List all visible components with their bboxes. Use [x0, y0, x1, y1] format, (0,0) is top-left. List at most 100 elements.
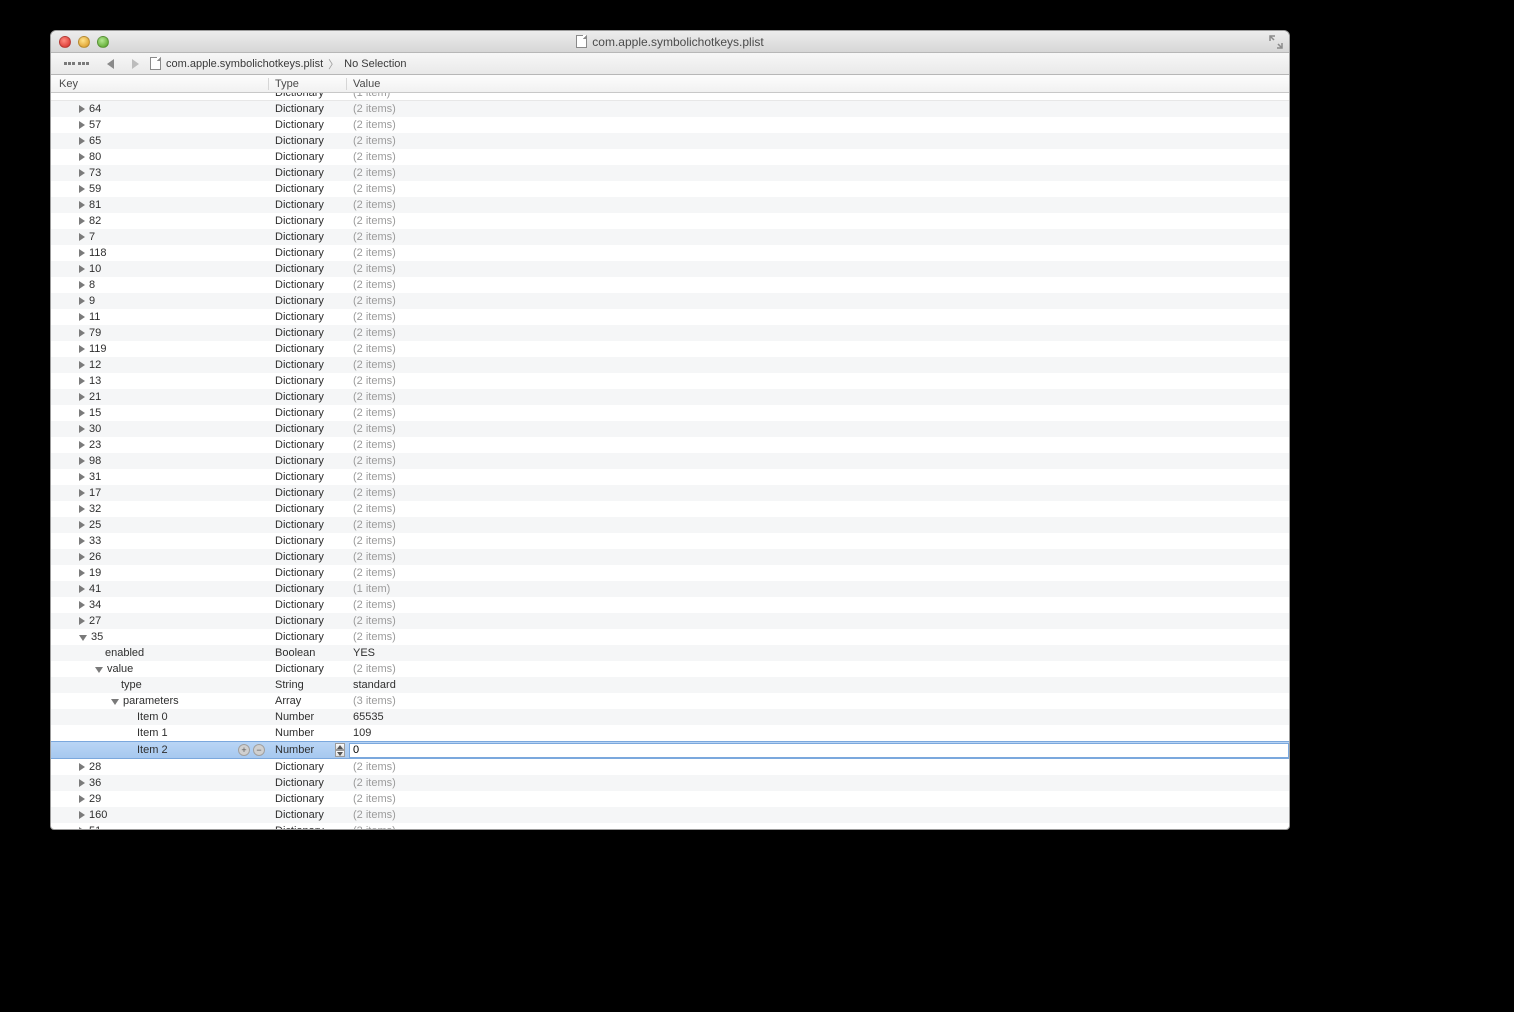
- close-button[interactable]: [59, 36, 71, 48]
- zoom-button[interactable]: [97, 36, 109, 48]
- disclosure-triangle-icon[interactable]: [79, 185, 85, 193]
- header-key[interactable]: Key: [51, 78, 269, 90]
- table-row[interactable]: 51Dictionary(2 items): [51, 823, 1289, 829]
- table-row[interactable]: 32Dictionary(2 items): [51, 501, 1289, 517]
- disclosure-triangle-icon[interactable]: [79, 201, 85, 209]
- disclosure-triangle-icon[interactable]: [79, 537, 85, 545]
- table-row[interactable]: Item 0Number65535: [51, 709, 1289, 725]
- disclosure-triangle-icon[interactable]: [79, 281, 85, 289]
- fullscreen-button[interactable]: [1269, 35, 1283, 49]
- table-row[interactable]: 30Dictionary(2 items): [51, 421, 1289, 437]
- disclosure-triangle-icon[interactable]: [79, 811, 85, 819]
- disclosure-triangle-icon[interactable]: [79, 585, 85, 593]
- disclosure-triangle-icon[interactable]: [111, 699, 119, 705]
- table-row[interactable]: 15Dictionary(2 items): [51, 405, 1289, 421]
- table-row[interactable]: 8Dictionary(2 items): [51, 277, 1289, 293]
- table-row[interactable]: 29Dictionary(2 items): [51, 791, 1289, 807]
- table-row[interactable]: Item 1Number109: [51, 725, 1289, 741]
- disclosure-triangle-icon[interactable]: [79, 121, 85, 129]
- table-row[interactable]: typeStringstandard: [51, 677, 1289, 693]
- table-row[interactable]: 160Dictionary(2 items): [51, 807, 1289, 823]
- table-row[interactable]: 118Dictionary(2 items): [51, 245, 1289, 261]
- disclosure-triangle-icon[interactable]: [79, 153, 85, 161]
- table-row[interactable]: 7Dictionary(2 items): [51, 229, 1289, 245]
- table-row[interactable]: 59Dictionary(2 items): [51, 181, 1289, 197]
- disclosure-triangle-icon[interactable]: [79, 569, 85, 577]
- table-row[interactable]: 25Dictionary(2 items): [51, 517, 1289, 533]
- table-row[interactable]: 21Dictionary(2 items): [51, 389, 1289, 405]
- disclosure-triangle-icon[interactable]: [79, 553, 85, 561]
- disclosure-triangle-icon[interactable]: [79, 169, 85, 177]
- table-row[interactable]: 13Dictionary(2 items): [51, 373, 1289, 389]
- remove-button[interactable]: −: [253, 744, 265, 756]
- table-row[interactable]: 11Dictionary(2 items): [51, 309, 1289, 325]
- disclosure-triangle-icon[interactable]: [79, 827, 85, 829]
- table-row[interactable]: 10Dictionary(2 items): [51, 261, 1289, 277]
- table-row[interactable]: 28Dictionary(2 items): [51, 759, 1289, 775]
- table-row[interactable]: 26Dictionary(2 items): [51, 549, 1289, 565]
- disclosure-triangle-icon[interactable]: [79, 105, 85, 113]
- table-row[interactable]: 35Dictionary(2 items): [51, 629, 1289, 645]
- breadcrumb[interactable]: com.apple.symbolichotkeys.plist 〉 No Sel…: [150, 56, 407, 72]
- disclosure-triangle-icon[interactable]: [79, 377, 85, 385]
- table-row[interactable]: 81Dictionary(2 items): [51, 197, 1289, 213]
- table-row[interactable]: 12Dictionary(2 items): [51, 357, 1289, 373]
- disclosure-triangle-icon[interactable]: [79, 521, 85, 529]
- table-row[interactable]: 64Dictionary(2 items): [51, 101, 1289, 117]
- table-row[interactable]: 31Dictionary(2 items): [51, 469, 1289, 485]
- header-type[interactable]: Type: [269, 78, 347, 90]
- table-row[interactable]: valueDictionary(2 items): [51, 661, 1289, 677]
- disclosure-triangle-icon[interactable]: [79, 779, 85, 787]
- table-row[interactable]: 41Dictionary(1 item): [51, 581, 1289, 597]
- disclosure-triangle-icon[interactable]: [79, 249, 85, 257]
- table-row[interactable]: Item 2+−Number: [51, 741, 1289, 759]
- table-row[interactable]: 82Dictionary(2 items): [51, 213, 1289, 229]
- table-row[interactable]: 27Dictionary(2 items): [51, 613, 1289, 629]
- disclosure-triangle-icon[interactable]: [79, 601, 85, 609]
- disclosure-triangle-icon[interactable]: [79, 441, 85, 449]
- table-row[interactable]: 57Dictionary(2 items): [51, 117, 1289, 133]
- table-row[interactable]: parametersArray(3 items): [51, 693, 1289, 709]
- disclosure-triangle-icon[interactable]: [95, 667, 103, 673]
- disclosure-triangle-icon[interactable]: [79, 409, 85, 417]
- type-stepper[interactable]: [335, 743, 345, 757]
- disclosure-triangle-icon[interactable]: [79, 265, 85, 273]
- table-row[interactable]: 98Dictionary(2 items): [51, 453, 1289, 469]
- value-input[interactable]: [349, 743, 1289, 758]
- disclosure-triangle-icon[interactable]: [79, 425, 85, 433]
- disclosure-triangle-icon[interactable]: [79, 795, 85, 803]
- disclosure-triangle-icon[interactable]: [79, 393, 85, 401]
- table-row[interactable]: 79Dictionary(2 items): [51, 325, 1289, 341]
- nav-forward-button[interactable]: [125, 57, 146, 71]
- disclosure-triangle-icon[interactable]: [79, 297, 85, 305]
- add-button[interactable]: +: [238, 744, 250, 756]
- disclosure-triangle-icon[interactable]: [79, 505, 85, 513]
- table-row[interactable]: 23Dictionary(2 items): [51, 437, 1289, 453]
- table-row[interactable]: 33Dictionary(2 items): [51, 533, 1289, 549]
- table-row[interactable]: 73Dictionary(2 items): [51, 165, 1289, 181]
- nav-back-button[interactable]: [100, 57, 121, 71]
- disclosure-triangle-icon[interactable]: [79, 137, 85, 145]
- table-row[interactable]: 19Dictionary(2 items): [51, 565, 1289, 581]
- table-row[interactable]: 17Dictionary(2 items): [51, 485, 1289, 501]
- disclosure-triangle-icon[interactable]: [79, 457, 85, 465]
- header-value[interactable]: Value: [347, 78, 1289, 90]
- view-mode-button[interactable]: [57, 60, 96, 67]
- disclosure-triangle-icon[interactable]: [79, 617, 85, 625]
- table-row[interactable]: 34Dictionary(2 items): [51, 597, 1289, 613]
- table-row[interactable]: 80Dictionary(2 items): [51, 149, 1289, 165]
- disclosure-triangle-icon[interactable]: [79, 473, 85, 481]
- disclosure-triangle-icon[interactable]: [79, 313, 85, 321]
- table-row[interactable]: enabledBooleanYES: [51, 645, 1289, 661]
- disclosure-triangle-icon[interactable]: [79, 345, 85, 353]
- disclosure-triangle-icon[interactable]: [79, 361, 85, 369]
- disclosure-triangle-icon[interactable]: [79, 217, 85, 225]
- disclosure-triangle-icon[interactable]: [79, 233, 85, 241]
- table-row[interactable]: 9Dictionary(2 items): [51, 293, 1289, 309]
- disclosure-triangle-icon[interactable]: [79, 489, 85, 497]
- disclosure-triangle-icon[interactable]: [79, 635, 87, 641]
- titlebar[interactable]: com.apple.symbolichotkeys.plist: [51, 31, 1289, 53]
- table-row[interactable]: 65Dictionary(2 items): [51, 133, 1289, 149]
- disclosure-triangle-icon[interactable]: [79, 329, 85, 337]
- disclosure-triangle-icon[interactable]: [79, 763, 85, 771]
